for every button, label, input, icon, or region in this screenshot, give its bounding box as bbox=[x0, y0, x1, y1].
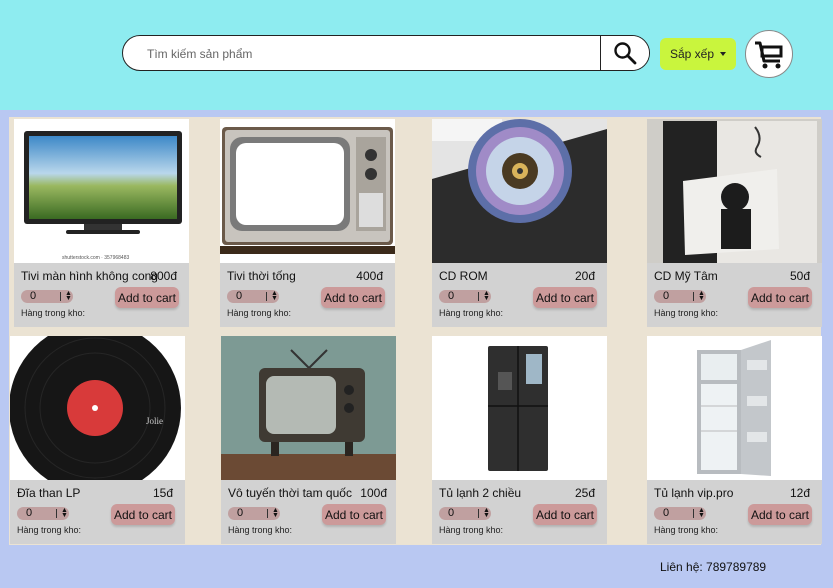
quantity-stepper[interactable]: 0 ▲ ▼ bbox=[654, 507, 706, 520]
product-image-fridge-open bbox=[647, 336, 822, 480]
product-name: CD ROM bbox=[439, 269, 488, 283]
product-price: 50đ bbox=[789, 269, 810, 283]
stepper-arrows-icon: ▲ ▼ bbox=[698, 290, 705, 302]
product-name: Tủ lạnh 2 chiều bbox=[439, 486, 522, 500]
search-input[interactable] bbox=[145, 36, 599, 70]
search-icon bbox=[614, 42, 637, 65]
add-to-cart-button[interactable]: Add to cart bbox=[748, 504, 812, 525]
stock-label: Hàng trong kho: bbox=[17, 525, 82, 535]
product-price: 100đ bbox=[360, 486, 387, 500]
product-name: Tivi thời tống bbox=[227, 269, 296, 283]
product-name: Đĩa than LP bbox=[17, 486, 81, 500]
search-button[interactable] bbox=[600, 36, 649, 70]
add-to-cart-button[interactable]: Add to cart bbox=[115, 287, 179, 308]
product-price: 400đ bbox=[356, 269, 383, 283]
quantity-stepper[interactable]: 0 ▲ ▼ bbox=[439, 290, 491, 303]
product-name: Tivi màn hình không cong bbox=[21, 269, 158, 283]
search-bar bbox=[122, 35, 650, 71]
product-card: Tivi thời tống 400đ 0 ▲ ▼ Add to cart Hàng… bbox=[220, 119, 395, 327]
product-price: 20đ bbox=[574, 269, 595, 283]
stepper-arrows-icon: ▲ ▼ bbox=[65, 290, 72, 302]
product-image-tv-vintage bbox=[221, 336, 396, 480]
add-to-cart-button[interactable]: Add to cart bbox=[321, 287, 385, 308]
quantity-stepper[interactable]: 0 ▲ ▼ bbox=[654, 290, 706, 303]
product-card: shutterstock.com · 357968483 Tivi màn hì… bbox=[14, 119, 189, 327]
caret-down-icon bbox=[720, 52, 727, 56]
add-to-cart-button[interactable]: Add to cart bbox=[533, 287, 597, 308]
svg-text:Jolie: Jolie bbox=[146, 416, 163, 426]
product-card: Tủ lạnh vip.pro 12đ 0 ▲ ▼ Add to cart Hàng… bbox=[647, 336, 822, 544]
product-price: 800đ bbox=[150, 269, 177, 283]
stepper-arrows-icon: ▲ ▼ bbox=[483, 507, 490, 519]
stepper-arrows-icon: ▲ ▼ bbox=[483, 290, 490, 302]
product-card: CD Mỹ Tâm 50đ 0 ▲ ▼ Add to cart Hàng trong… bbox=[647, 119, 822, 327]
product-card: Tủ lạnh 2 chiều 25đ 0 ▲ ▼ Add to cart Hàng… bbox=[432, 336, 607, 544]
cart-button[interactable] bbox=[745, 30, 793, 78]
stepper-arrows-icon: ▲ ▼ bbox=[61, 507, 68, 519]
cart-icon bbox=[755, 41, 783, 69]
product-grid: shutterstock.com · 357968483 Tivi màn hì… bbox=[9, 117, 822, 545]
product-image-fridge-2door bbox=[432, 336, 607, 480]
stepper-arrows-icon: ▲ ▼ bbox=[271, 290, 278, 302]
add-to-cart-button[interactable]: Add to cart bbox=[111, 504, 175, 525]
stock-label: Hàng trong kho: bbox=[228, 525, 293, 535]
product-image-cd-album bbox=[647, 119, 822, 263]
quantity-stepper[interactable]: 0 ▲ ▼ bbox=[439, 507, 491, 520]
sort-dropdown[interactable]: Sắp xếp bbox=[660, 38, 736, 70]
product-card: Vô tuyến thời tam quốc 100đ 0 ▲ ▼ Add to c… bbox=[221, 336, 396, 544]
product-price: 12đ bbox=[789, 486, 810, 500]
stepper-arrows-icon: ▲ ▼ bbox=[272, 507, 279, 519]
stock-photo-caption: shutterstock.com · 357968483 bbox=[62, 255, 129, 261]
stock-label: Hàng trong kho: bbox=[227, 308, 292, 318]
stock-label: Hàng trong kho: bbox=[654, 525, 719, 535]
product-name: Tủ lạnh vip.pro bbox=[654, 486, 734, 500]
product-image-cd-rom bbox=[432, 119, 607, 263]
stock-label: Hàng trong kho: bbox=[21, 308, 86, 318]
add-to-cart-button[interactable]: Add to cart bbox=[322, 504, 386, 525]
stock-label: Hàng trong kho: bbox=[439, 308, 504, 318]
product-image-tv-retro bbox=[220, 119, 395, 263]
contact-info: Liên hệ: 789789789 bbox=[660, 560, 767, 574]
product-image-vinyl: Jolie bbox=[10, 336, 185, 480]
product-price: 15đ bbox=[152, 486, 173, 500]
product-price: 25đ bbox=[574, 486, 595, 500]
quantity-stepper[interactable]: 0 ▲ ▼ bbox=[227, 290, 279, 303]
sort-label: Sắp xếp bbox=[669, 47, 715, 61]
product-card: CD ROM 20đ 0 ▲ ▼ Add to cart Hàng trong kh… bbox=[432, 119, 607, 327]
product-image-tv-flat: shutterstock.com · 357968483 bbox=[14, 119, 189, 263]
stock-label: Hàng trong kho: bbox=[654, 308, 719, 318]
add-to-cart-button[interactable]: Add to cart bbox=[533, 504, 597, 525]
quantity-stepper[interactable]: 0 ▲ ▼ bbox=[17, 507, 69, 520]
product-name: CD Mỹ Tâm bbox=[654, 269, 718, 283]
quantity-stepper[interactable]: 0 ▲ ▼ bbox=[21, 290, 73, 303]
quantity-stepper[interactable]: 0 ▲ ▼ bbox=[228, 507, 280, 520]
product-card: Jolie Đĩa than LP 15đ 0 ▲ ▼ Add to cart Hà… bbox=[10, 336, 185, 544]
stepper-arrows-icon: ▲ ▼ bbox=[698, 507, 705, 519]
product-name: Vô tuyến thời tam quốc bbox=[228, 486, 352, 500]
header-bar: Sắp xếp bbox=[0, 0, 833, 110]
add-to-cart-button[interactable]: Add to cart bbox=[748, 287, 812, 308]
stock-label: Hàng trong kho: bbox=[439, 525, 504, 535]
